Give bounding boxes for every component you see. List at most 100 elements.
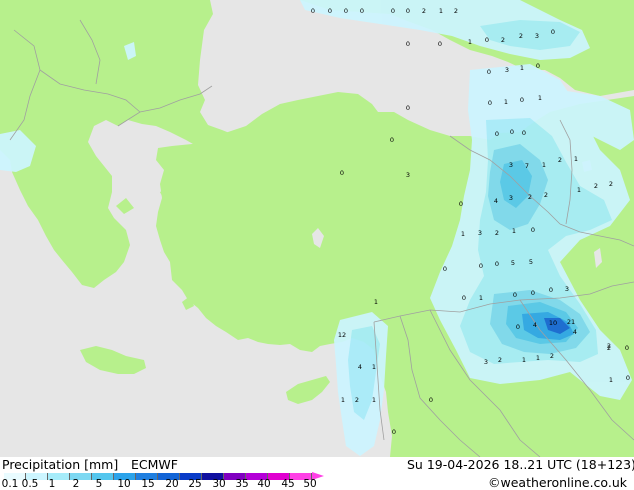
precip-value-label: 5 xyxy=(529,258,533,266)
precip-value-label: 3 xyxy=(478,229,482,237)
legend-tick-label: 50 xyxy=(303,478,317,490)
legend-tick-label: 0.1 xyxy=(1,478,19,490)
precip-value-label: 0 xyxy=(328,7,332,15)
precip-value-label: 0 xyxy=(531,226,535,234)
precip-value-label: 0 xyxy=(360,7,364,15)
precip-value-label: 1 xyxy=(542,161,546,169)
map-canvas: 0 0 0 0 0 0 2 1 20 0 1 0 2 2 3 00 3 1 00 1 0 1000 30 0 03 7 12 14 3 2… xyxy=(0,0,634,457)
precip-value-label: 0 xyxy=(443,265,447,273)
legend-tick-label: 40 xyxy=(257,478,271,490)
precip-value-label: 0 xyxy=(536,62,540,70)
precip-value-label: 1 xyxy=(574,155,578,163)
precip-value-label: 3 xyxy=(535,32,539,40)
precip-value-label: 3 xyxy=(406,171,410,179)
precip-value-label: 0 xyxy=(520,96,524,104)
precip-value-label: 2 xyxy=(558,156,562,164)
precip-value-label: 2 xyxy=(528,193,532,201)
legend-tick-label: 2 xyxy=(72,478,80,490)
precip-value-label: 0 xyxy=(549,286,553,294)
precip-value-label: 1 xyxy=(479,294,483,302)
precip-value-label: 1 xyxy=(374,298,378,306)
precip-value-label: 0 xyxy=(462,294,466,302)
footer: Precipitation [mm] ECMWF Su 19-04-2026 1… xyxy=(0,457,634,490)
precip-value-label: 3 xyxy=(509,161,513,169)
precip-value-label: 0 xyxy=(392,428,396,436)
precip-value-label: 1 xyxy=(461,230,465,238)
precip-value-label: 2 xyxy=(355,396,359,404)
precip-value-label: 2 xyxy=(422,7,426,15)
precip-value-label: 0 xyxy=(438,40,442,48)
precip-value-label: 0 xyxy=(487,68,491,76)
precip-value-label: 1 xyxy=(372,363,376,371)
precip-value-label: 1 xyxy=(468,38,472,46)
legend-tick-label: 1 xyxy=(48,478,56,490)
precip-value-label: 4 xyxy=(494,197,498,205)
precip-value-label: 12 xyxy=(338,331,346,339)
precip-value-label: 1 xyxy=(536,354,540,362)
legend-tick-label: 35 xyxy=(235,478,249,490)
precip-value-label: 0 xyxy=(495,260,499,268)
precip-value-label: 0 xyxy=(516,323,520,331)
precip-value-label: 0 xyxy=(513,291,517,299)
precip-value-label: 1 xyxy=(341,396,345,404)
precip-value-label: 2 xyxy=(519,32,523,40)
legend-tick-label: 25 xyxy=(188,478,202,490)
precip-value-label: 0 xyxy=(344,7,348,15)
precip-value-label: 2 xyxy=(501,36,505,44)
precip-value-label: 1 xyxy=(520,64,524,72)
precip-value-label: 21 xyxy=(567,318,575,326)
precip-value-label: 0 xyxy=(406,104,410,112)
precip-value-label: 1 xyxy=(439,7,443,15)
precip-value-label: 1 xyxy=(512,227,516,235)
precip-value-label: 2 xyxy=(454,7,458,15)
precip-value-label: 0 xyxy=(488,99,492,107)
precip-value-label: 0 xyxy=(459,200,463,208)
legend-tick-label: 20 xyxy=(165,478,179,490)
precip-value-label: 1 xyxy=(522,356,526,364)
precip-value-label: 10 xyxy=(549,319,557,327)
precip-value-label: 2 xyxy=(498,356,502,364)
legend-tick-label: 30 xyxy=(212,478,226,490)
precip-value-label: 0 xyxy=(390,136,394,144)
precip-value-label: 4 xyxy=(358,363,362,371)
legend-tick-label: 10 xyxy=(117,478,131,490)
precip-value-label: 1 xyxy=(372,396,376,404)
precip-value-label: 0 xyxy=(391,7,395,15)
precip-value-label: 0 xyxy=(479,262,483,270)
precip-value-label: 0 xyxy=(406,40,410,48)
precip-value-label: 0 xyxy=(485,36,489,44)
precip-value-label: 2 xyxy=(495,229,499,237)
precip-value-label: 4 xyxy=(573,328,577,336)
precip-value-label: 3 xyxy=(484,358,488,366)
precip-value-label: 0 xyxy=(340,169,344,177)
precip-value-label: 2 xyxy=(607,342,611,350)
precip-value-label: 1 xyxy=(504,98,508,106)
legend-tick-label: 15 xyxy=(141,478,155,490)
precip-value-label: 4 xyxy=(533,321,537,329)
precip-value-label: 2 xyxy=(544,191,548,199)
precip-value-label: 2 xyxy=(550,352,554,360)
precip-value-label: 0 xyxy=(510,128,514,136)
precip-value-label: 2 xyxy=(609,180,613,188)
precip-value-label: 0 xyxy=(522,129,526,137)
precip-value-label: 0 xyxy=(429,396,433,404)
precip-value-label: 5 xyxy=(511,259,515,267)
precip-value-label: 1 xyxy=(609,376,613,384)
legend-tick-label: 5 xyxy=(95,478,103,490)
precip-value-label: 1 xyxy=(577,186,581,194)
precip-value-label: 3 xyxy=(565,285,569,293)
precip-value-label: 0 xyxy=(406,7,410,15)
precip-value-label: 0 xyxy=(625,344,629,352)
legend-ticks: 0.1 0.5 1 2 5 10 15 20 25 30 35 40 45 50 xyxy=(0,457,634,490)
precip-value-label: 0 xyxy=(495,130,499,138)
precip-value-label: 1 xyxy=(538,94,542,102)
precip-value-label: 0 xyxy=(531,289,535,297)
precip-value-label: 3 xyxy=(509,194,513,202)
precip-value-label: 0 xyxy=(551,28,555,36)
precip-value-label: 7 xyxy=(525,162,529,170)
precip-value-label: 2 xyxy=(594,182,598,190)
legend-tick-label: 0.5 xyxy=(21,478,39,490)
precipitation-map: 0000002120010223003100101000300037121432… xyxy=(0,0,634,457)
legend-tick-label: 45 xyxy=(281,478,295,490)
precip-value-label: 3 xyxy=(505,66,509,74)
